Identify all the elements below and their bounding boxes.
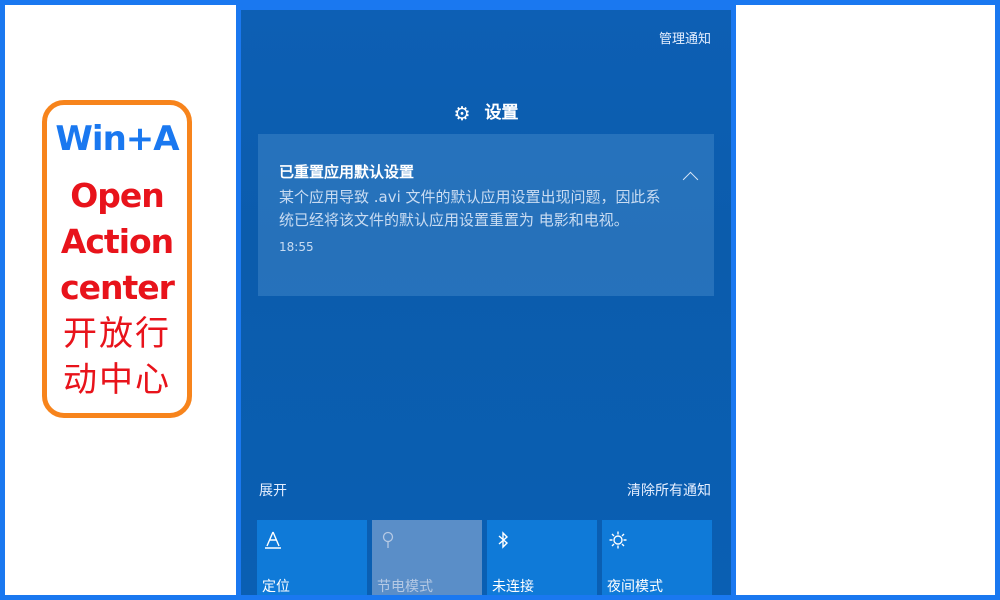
quick-action-location[interactable]: 定位 [257, 520, 367, 600]
quick-action-label: 夜间模式 [607, 579, 663, 595]
callout-line-open: Open [70, 176, 165, 215]
quick-action-battery-saver[interactable]: 节电模式 [372, 520, 482, 600]
callout-zh-line1: 开放行 [63, 314, 171, 354]
quick-action-label: 未连接 [492, 579, 534, 595]
callout-hotkey: Win+A [55, 119, 179, 159]
notification-group-header[interactable]: ⚙ 设置 [241, 98, 731, 125]
notification-time: 18:55 [279, 240, 314, 254]
clear-all-notifications-link[interactable]: 清除所有通知 [627, 480, 711, 500]
action-center-panel: 管理通知 ⚙ 设置 已重置应用默认设置 某个应用导致 .avi 文件的默认应用设置… [236, 5, 736, 600]
callout-zh-line2: 动中心 [63, 360, 171, 400]
night-light-icon [608, 530, 712, 552]
notification-body: 某个应用导致 .avi 文件的默认应用设置出现问题，因此系统已经将该文件的默认应… [279, 188, 661, 229]
callout-line-center: center [60, 268, 175, 307]
bluetooth-icon [493, 530, 597, 552]
gear-icon: ⚙ [453, 103, 471, 125]
notification-title: 已重置应用默认设置 [279, 163, 415, 181]
app-name: 设置 [484, 103, 519, 123]
chevron-up-icon[interactable] [682, 171, 699, 188]
quick-actions: 定位 节电模式 未连接 夜间模式 [257, 520, 717, 600]
expand-link[interactable]: 展开 [259, 480, 287, 500]
notification-card[interactable]: 已重置应用默认设置 某个应用导致 .avi 文件的默认应用设置出现问题，因此系统… [258, 134, 714, 296]
quick-action-label: 节电模式 [377, 579, 433, 595]
quick-action-bluetooth[interactable]: 未连接 [487, 520, 597, 600]
manage-notifications-link[interactable]: 管理通知 [659, 28, 711, 47]
location-icon [263, 530, 367, 552]
battery-saver-icon [378, 530, 482, 552]
quick-action-night-light[interactable]: 夜间模式 [602, 520, 712, 600]
callout-line-action: Action [60, 222, 174, 261]
shortcut-callout: Win+A Open Action center 开放行 动中心 [42, 100, 192, 418]
quick-action-label: 定位 [262, 579, 290, 595]
